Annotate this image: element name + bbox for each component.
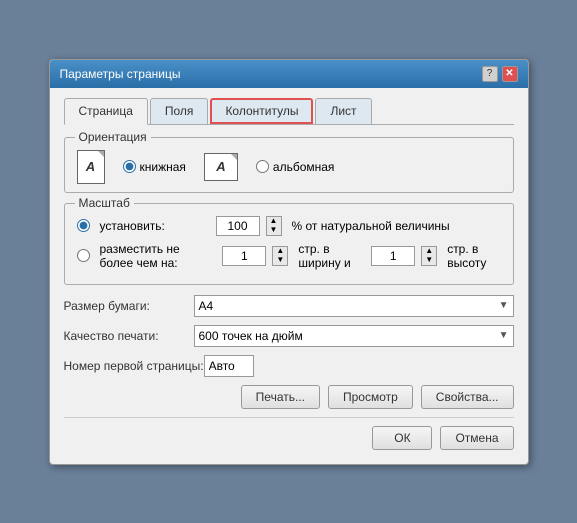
fit-scale-row: разместить не более чем на: ▲ ▼ стр. в ш… <box>77 242 501 270</box>
print-quality-row: Качество печати: 600 точек на дюйм ▼ <box>64 325 514 347</box>
title-bar-controls: ? ✕ <box>482 66 518 82</box>
fit-height-spinner[interactable]: ▲ ▼ <box>421 246 437 266</box>
portrait-icon: A <box>77 150 105 184</box>
dialog-body: Страница Поля Колонтитулы Лист Ориентаци… <box>50 88 528 464</box>
fit-height-input[interactable] <box>371 246 415 266</box>
fit-height-down-btn[interactable]: ▼ <box>422 256 436 265</box>
paper-size-label: Размер бумаги: <box>64 299 194 313</box>
bottom-buttons: ОК Отмена <box>64 417 514 450</box>
portrait-radio[interactable] <box>123 160 136 173</box>
scale-value-input[interactable]: 100 <box>216 216 260 236</box>
orientation-group-label: Ориентация <box>75 130 151 144</box>
print-quality-arrow: ▼ <box>499 330 509 341</box>
tab-stranica[interactable]: Страница <box>64 98 148 125</box>
portrait-option[interactable]: книжная <box>123 160 186 174</box>
scale-spinner[interactable]: ▲ ▼ <box>266 216 282 236</box>
preview-button[interactable]: Просмотр <box>328 385 413 409</box>
cancel-button[interactable]: Отмена <box>440 426 513 450</box>
first-page-label: Номер первой страницы: <box>64 359 204 373</box>
fit-width-down-btn[interactable]: ▼ <box>273 256 287 265</box>
first-page-input[interactable]: Авто <box>204 355 254 377</box>
close-button[interactable]: ✕ <box>502 66 518 82</box>
ok-button[interactable]: ОК <box>372 426 432 450</box>
fit-width-unit: стр. в ширину и <box>298 242 361 270</box>
tab-bar: Страница Поля Колонтитулы Лист <box>64 98 514 125</box>
landscape-option[interactable]: альбомная <box>256 160 335 174</box>
action-buttons: Печать... Просмотр Свойства... <box>64 385 514 409</box>
set-scale-radio[interactable] <box>77 219 90 232</box>
paper-size-arrow: ▼ <box>499 300 509 311</box>
tab-kolontituly[interactable]: Колонтитулы <box>210 98 313 124</box>
print-quality-label: Качество печати: <box>64 329 194 343</box>
fit-scale-radio[interactable] <box>77 249 90 262</box>
landscape-icon: A <box>204 153 238 181</box>
orientation-row: A книжная A альбомная <box>77 150 501 184</box>
first-page-row: Номер первой страницы: Авто <box>64 355 514 377</box>
title-bar: Параметры страницы ? ✕ <box>50 60 528 88</box>
page-setup-dialog: Параметры страницы ? ✕ Страница Поля Кол… <box>49 59 529 465</box>
scale-group: Масштаб установить: 100 ▲ ▼ % от натурал… <box>64 203 514 285</box>
print-quality-value: 600 точек на дюйм <box>199 329 303 343</box>
set-scale-label: установить: <box>100 219 210 233</box>
scale-unit: % от натуральной величины <box>292 219 450 233</box>
fit-width-input[interactable] <box>222 246 266 266</box>
fit-height-unit: стр. в высоту <box>447 242 500 270</box>
fit-scale-label: разместить не более чем на: <box>100 242 217 270</box>
paper-size-dropdown[interactable]: A4 ▼ <box>194 295 514 317</box>
scale-group-label: Масштаб <box>75 196 134 210</box>
paper-size-row: Размер бумаги: A4 ▼ <box>64 295 514 317</box>
scale-down-btn[interactable]: ▼ <box>267 226 281 235</box>
tab-list[interactable]: Лист <box>315 98 371 124</box>
set-scale-row: установить: 100 ▲ ▼ % от натуральной вел… <box>77 216 501 236</box>
landscape-radio[interactable] <box>256 160 269 173</box>
print-quality-dropdown[interactable]: 600 точек на дюйм ▼ <box>194 325 514 347</box>
tab-polya[interactable]: Поля <box>150 98 209 124</box>
orientation-group: Ориентация A книжная A альбо <box>64 137 514 193</box>
fit-width-spinner[interactable]: ▲ ▼ <box>272 246 288 266</box>
dialog-title: Параметры страницы <box>60 67 181 81</box>
print-button[interactable]: Печать... <box>241 385 320 409</box>
help-button[interactable]: ? <box>482 66 498 82</box>
paper-size-value: A4 <box>199 299 214 313</box>
properties-button[interactable]: Свойства... <box>421 385 514 409</box>
